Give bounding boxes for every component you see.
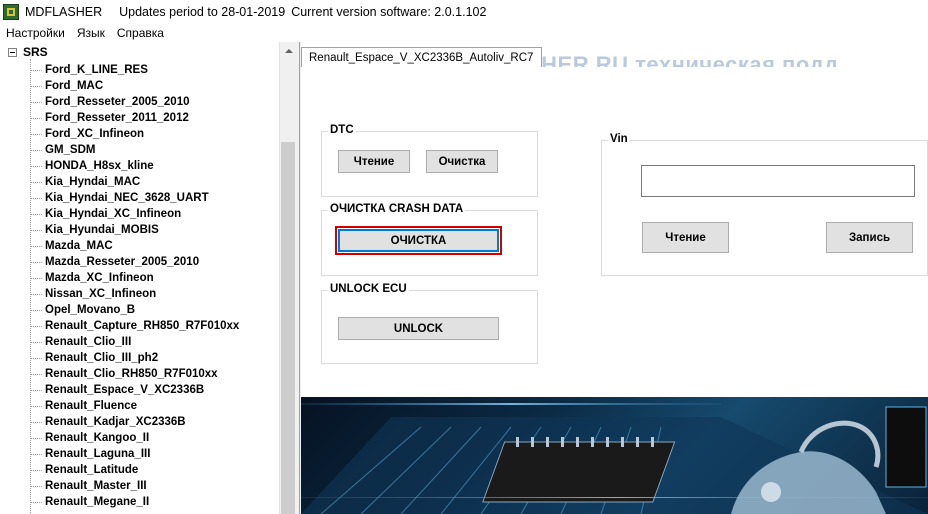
tree-item[interactable]: Renault_Fluence — [31, 398, 281, 414]
tree-item-label: Renault_Capture_RH850_R7F010xx — [45, 320, 240, 332]
tree-item[interactable]: Mazda_XC_Infineon — [31, 270, 281, 286]
version-text: Current version software: 2.0.1.102 — [291, 4, 487, 19]
tree-item[interactable]: Ford_XC_Infineon — [31, 126, 281, 142]
tree-item[interactable]: Mazda_Resseter_2005_2010 — [31, 254, 281, 270]
tree-item-label: Ford_Resseter_2005_2010 — [45, 96, 190, 108]
tree-item[interactable]: Ford_K_LINE_RES — [31, 62, 281, 78]
tree-item-label: Kia_Hyundai_MOBIS — [45, 224, 159, 236]
tree-item-label: Renault_Clio_III_ph2 — [45, 352, 159, 364]
tree-item-label: Renault_Clio_III — [45, 336, 132, 348]
tree-item-label: Mazda_MAC — [45, 240, 113, 252]
tree-item-label: Renault_Clio_RH850_R7F010xx — [45, 368, 218, 380]
tree-item[interactable]: Renault_Master_III — [31, 478, 281, 494]
tree-item[interactable]: Renault_Kangoo_II — [31, 430, 281, 446]
tab-ecu[interactable]: Renault_Espace_V_XC2336B_Autoliv_RC7 — [301, 47, 543, 67]
scroll-thumb[interactable] — [281, 142, 295, 514]
tree-item-label: Mazda_XC_Infineon — [45, 272, 154, 284]
tree-item[interactable]: Renault_Clio_III — [31, 334, 281, 350]
tree-item[interactable]: Kia_Hyundai_MOBIS — [31, 222, 281, 238]
tree-item[interactable]: Kia_Hyndai_XC_Infineon — [31, 206, 281, 222]
tree-item-label: HONDA_H8sx_kline — [45, 160, 154, 172]
tree-item[interactable]: Renault_Latitude — [31, 462, 281, 478]
tree-item-label: Nissan_XC_Infineon — [45, 288, 157, 300]
tree-item-label: Ford_K_LINE_RES — [45, 64, 148, 76]
tree-item[interactable]: Opel_Movano_B — [31, 302, 281, 318]
scroll-up-icon[interactable] — [280, 42, 297, 59]
tree-item[interactable]: Renault_Capture_RH850_R7F010xx — [31, 318, 281, 334]
tree-scrollbar[interactable] — [279, 42, 296, 514]
tree-item[interactable]: Ford_Resseter_2011_2012 — [31, 110, 281, 126]
tree-item[interactable]: Ford_MAC — [31, 78, 281, 94]
dtc-title: DTC — [328, 124, 356, 136]
tree-item-label: Opel_Movano_B — [45, 304, 136, 316]
tree-item[interactable]: Nissan_XC_Infineon — [31, 286, 281, 302]
menu-help[interactable]: Справка — [111, 26, 170, 40]
vin-group: Vin — [601, 133, 928, 276]
updates-text: Updates period to 28-01-2019 — [119, 4, 286, 19]
crash-clear-button[interactable]: ОЧИСТКА — [338, 229, 499, 252]
tree-item-label: Kia_Hyndai_XC_Infineon — [45, 208, 182, 220]
tree-item[interactable]: Renault_Espace_V_XC2336B — [31, 382, 281, 398]
tree-item[interactable]: Ford_Resseter_2005_2010 — [31, 94, 281, 110]
tree-item-label: Renault_Kadjar_XC2336B — [45, 416, 186, 428]
crash-data-title: ОЧИСТКА CRASH DATA — [328, 203, 466, 215]
unlock-button[interactable]: UNLOCK — [338, 317, 499, 340]
unlock-title: UNLOCK ECU — [328, 283, 409, 295]
tree-item-label: Kia_Hyndai_NEC_3628_UART — [45, 192, 209, 204]
banner-image — [301, 397, 928, 514]
tree-item-label: Kia_Hyndai_MAC — [45, 176, 141, 188]
tree-item[interactable]: Mazda_MAC — [31, 238, 281, 254]
dtc-read-button[interactable]: Чтение — [338, 150, 410, 173]
tree-item-label: GM_SDM — [45, 144, 96, 156]
app-icon — [3, 3, 19, 20]
tree-item[interactable]: Renault_Clio_RH850_R7F010xx — [31, 366, 281, 382]
tree-item-label: Renault_Espace_V_XC2336B — [45, 384, 205, 396]
tree-item[interactable]: Renault_Clio_III_ph2 — [31, 350, 281, 366]
tree-item[interactable]: Renault_Megane_II — [31, 494, 281, 510]
tree-root-srs[interactable]: SRS — [8, 45, 48, 59]
tree-item[interactable]: Renault_Laguna_III — [31, 446, 281, 462]
tree-item-label: Renault_Fluence — [45, 400, 138, 412]
menu-language[interactable]: Язык — [71, 26, 111, 40]
tree-item-label: Renault_Laguna_III — [45, 448, 151, 460]
tree-item-label: Mazda_Resseter_2005_2010 — [45, 256, 200, 268]
vin-title: Vin — [608, 133, 630, 145]
vin-write-button[interactable]: Запись — [826, 222, 913, 253]
tree-item-label: Ford_Resseter_2011_2012 — [45, 112, 189, 124]
collapse-icon[interactable] — [8, 47, 17, 57]
tree-item[interactable]: HONDA_H8sx_kline — [31, 158, 281, 174]
tree-root-label: SRS — [23, 45, 48, 59]
tree-item-label: Renault_Master_III — [45, 480, 147, 492]
tree-item[interactable]: Kia_Hyndai_MAC — [31, 174, 281, 190]
title-bar: MDFLASHER Updates period to 28-01-2019 C… — [0, 0, 928, 23]
tree-item-label: Ford_XC_Infineon — [45, 128, 145, 140]
vin-read-button[interactable]: Чтение — [642, 222, 729, 253]
tree-item-label: Renault_Megane_II — [45, 496, 150, 508]
tree-item[interactable]: Renault_Kadjar_XC2336B — [31, 414, 281, 430]
menu-bar: Настройки Язык Справка — [0, 23, 928, 42]
tree-item[interactable]: GM_SDM — [31, 142, 281, 158]
tree-item-label: Renault_Kangoo_II — [45, 432, 150, 444]
main-panel: SHER.RU техническая подд Renault_Espace_… — [301, 42, 928, 514]
tree-item-label: Ford_MAC — [45, 80, 104, 92]
circuit-illustration — [301, 403, 928, 514]
app-title: MDFLASHER — [25, 4, 103, 19]
tree-list: Ford_K_LINE_RES Ford_MAC Ford_Resseter_200… — [31, 62, 281, 510]
splitter[interactable] — [296, 42, 300, 514]
dtc-clear-button[interactable]: Очистка — [426, 150, 498, 173]
tree-item[interactable]: Kia_Hyndai_NEC_3628_UART — [31, 190, 281, 206]
menu-settings[interactable]: Настройки — [0, 26, 71, 40]
tree-item-label: Renault_Latitude — [45, 464, 139, 476]
vin-input[interactable] — [641, 165, 915, 197]
ecu-tree: SRS Ford_K_LINE_RES Ford_MAC Ford_Resseter… — [0, 42, 296, 514]
tab-content: DTC Чтение Очистка ОЧИСТКА CRASH DATA ОЧ… — [301, 67, 928, 397]
